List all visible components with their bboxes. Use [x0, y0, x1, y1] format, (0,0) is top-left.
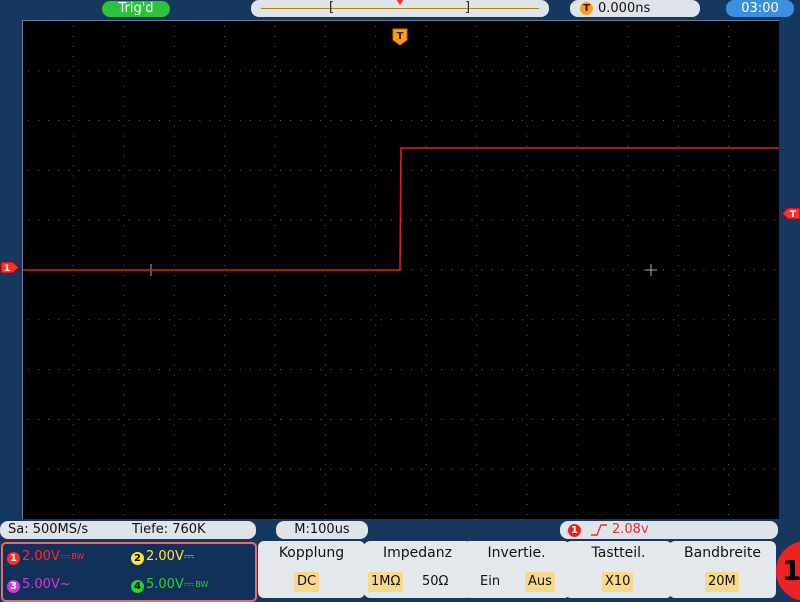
- ch1-ground-marker-icon[interactable]: 1: [0, 261, 20, 274]
- ch2-volts: 2.00V: [146, 549, 184, 564]
- menu-impedanz-title: Impedanz: [383, 545, 452, 561]
- rising-edge-icon: [591, 524, 607, 536]
- menu-tastteil-title: Tastteil.: [591, 545, 646, 561]
- trigger-readout[interactable]: 1 2.08v: [560, 521, 778, 539]
- menu-invertie-title: Invertie.: [487, 545, 546, 561]
- ch2-scale[interactable]: 2 2.00V⎓: [131, 549, 194, 565]
- kopplung-option-dc[interactable]: DC: [294, 572, 320, 592]
- ch2-icon: 2: [131, 552, 144, 565]
- ch4-bw-limit: BW: [195, 580, 209, 589]
- ch4-volts: 5.00V: [146, 577, 184, 592]
- timebase-readout[interactable]: M:100us: [276, 521, 368, 539]
- menu-invertie-button[interactable]: Invertie. Ein Aus: [463, 541, 570, 598]
- trigger-level-marker-label: T: [790, 210, 797, 220]
- trigger-position-marker-label: T: [397, 31, 404, 42]
- trigger-channel-icon: 1: [568, 524, 581, 537]
- trigger-position-marker-icon[interactable]: T: [392, 28, 408, 46]
- memory-line: [261, 8, 539, 9]
- sample-rate: Sa: 500MS/s: [8, 522, 89, 537]
- active-channel-indicator: 1: [776, 541, 800, 601]
- memory-depth: Tiefe: 760K: [132, 522, 206, 537]
- ch1-bw-limit: BW: [71, 552, 85, 561]
- waveform-display[interactable]: [22, 20, 779, 519]
- menu-bandbreite-title: Bandbreite: [684, 545, 761, 561]
- ch1-volts: 2.00V: [22, 549, 60, 564]
- clock: 03:00: [726, 0, 794, 17]
- ch4-coupling-icon: ⎓: [183, 577, 195, 592]
- horizontal-position-readout: T 0.000ns: [570, 0, 700, 17]
- menu-kopplung-button[interactable]: Kopplung DC: [258, 541, 365, 598]
- menu-tastteil-button[interactable]: Tastteil. X10: [565, 541, 672, 598]
- menu-kopplung-title: Kopplung: [278, 545, 345, 561]
- trigger-level-value: 2.08v: [612, 522, 649, 537]
- trigger-time-icon: T: [580, 2, 593, 15]
- invertie-option-aus[interactable]: Aus: [525, 572, 555, 592]
- ch1-coupling-icon: ⎓: [59, 549, 71, 564]
- trigger-level-marker-icon[interactable]: T: [781, 207, 800, 220]
- trigger-status-badge: Trig'd: [102, 1, 170, 17]
- ch2-coupling-icon: ⎓: [183, 549, 195, 564]
- ch3-coupling-icon: ~: [59, 577, 71, 592]
- tastteil-option-x10[interactable]: X10: [602, 572, 634, 592]
- horizontal-position-value: 0.000ns: [598, 1, 651, 16]
- channel-settings-panel[interactable]: 1 2.00V⎓BW 2 2.00V⎓ 3 5.00V~ 4 5.00V⎓BW: [1, 542, 257, 602]
- top-status-bar: Trig'd [ ] T 0.000ns 03:00: [0, 0, 800, 18]
- memory-window-right-bracket: ]: [465, 0, 471, 15]
- ch1-marker-label: 1: [4, 264, 10, 274]
- ch1-icon: 1: [7, 552, 20, 565]
- ch3-scale[interactable]: 3 5.00V~: [7, 577, 71, 593]
- acquisition-info: Sa: 500MS/s Tiefe: 760K: [0, 521, 256, 539]
- ch1-waveform-trace: [23, 147, 779, 271]
- graticule: [23, 26, 779, 515]
- ch4-icon: 4: [131, 580, 144, 593]
- invertie-option-ein[interactable]: Ein: [477, 572, 503, 592]
- ch3-volts: 5.00V: [22, 577, 60, 592]
- impedanz-option-50ohm[interactable]: 50Ω: [419, 572, 451, 592]
- memory-window-left-bracket: [: [329, 0, 335, 15]
- ch3-icon: 3: [7, 580, 20, 593]
- ch1-scale[interactable]: 1 2.00V⎓BW: [7, 549, 84, 565]
- menu-bandbreite-button[interactable]: Bandbreite 20M: [669, 541, 776, 598]
- trigger-position-pointer-icon: [396, 0, 404, 5]
- menu-impedanz-button[interactable]: Impedanz 1MΩ 50Ω: [364, 541, 471, 598]
- bandbreite-option-20m[interactable]: 20M: [705, 572, 739, 592]
- impedanz-option-1mohm[interactable]: 1MΩ: [368, 572, 404, 592]
- ch4-scale[interactable]: 4 5.00V⎓BW: [131, 577, 208, 593]
